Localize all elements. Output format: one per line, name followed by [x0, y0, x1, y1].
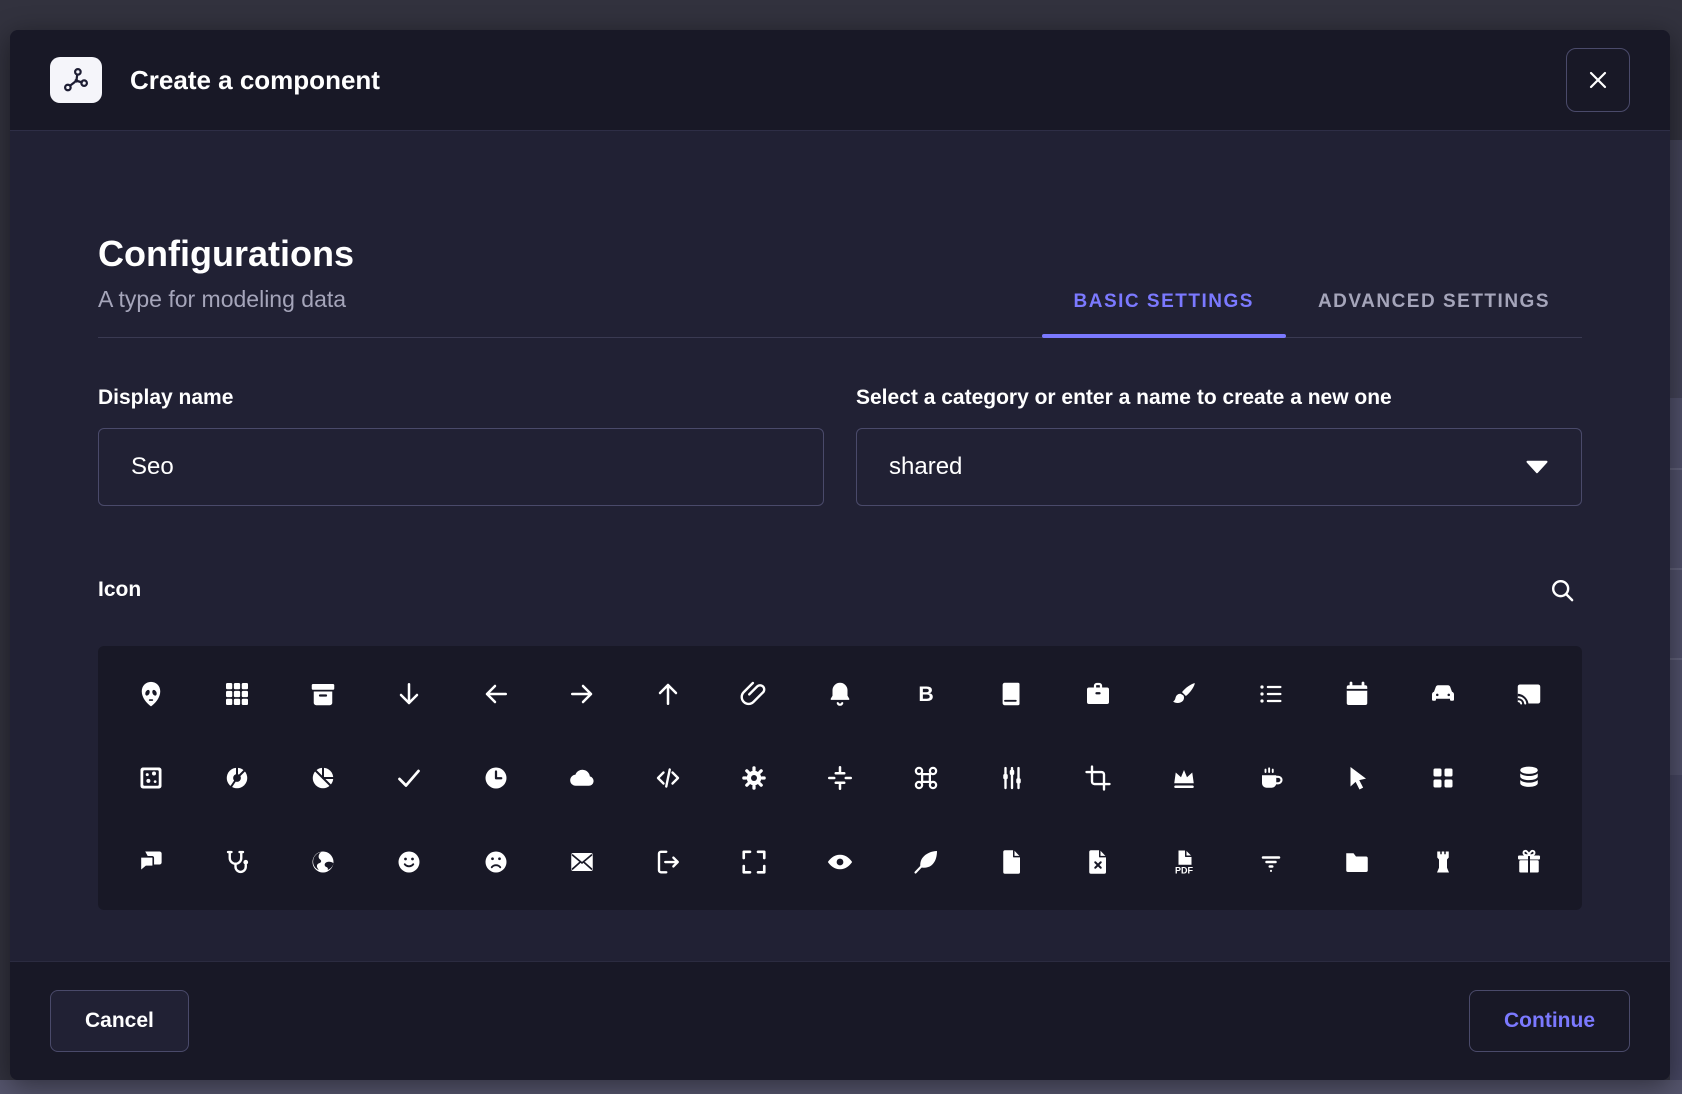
crop-icon[interactable] — [1055, 736, 1141, 820]
modal-title: Create a component — [130, 65, 1566, 96]
file-error-icon[interactable] — [1055, 820, 1141, 904]
doctor-icon[interactable] — [194, 820, 280, 904]
cup-icon[interactable] — [1228, 736, 1314, 820]
cursor-icon[interactable] — [1314, 736, 1400, 820]
collapse-icon[interactable] — [797, 736, 883, 820]
bell-icon[interactable] — [797, 652, 883, 736]
section-subheading: A type for modeling data — [98, 286, 354, 313]
cog-icon[interactable] — [711, 736, 797, 820]
background-page-bottom — [0, 1080, 1682, 1094]
code-icon[interactable] — [625, 736, 711, 820]
background-row-divider — [1670, 468, 1682, 470]
chevron-down-icon — [1525, 460, 1549, 474]
exit-icon[interactable] — [625, 820, 711, 904]
modal-footer: Cancel Continue — [10, 961, 1670, 1080]
display-name-field-group: Display name — [98, 386, 824, 506]
bold-icon[interactable]: B — [883, 652, 969, 736]
discuss-icon[interactable] — [108, 820, 194, 904]
icon-search-button[interactable] — [1542, 570, 1582, 610]
create-component-modal: Create a component Configurations A type… — [10, 30, 1670, 1080]
tab-basic-settings[interactable]: BASIC SETTINGS — [1042, 291, 1286, 337]
background-row-divider — [1670, 658, 1682, 660]
background-row-divider — [1670, 568, 1682, 570]
earth-icon[interactable] — [280, 820, 366, 904]
icon-picker-head: Icon — [98, 570, 1582, 610]
gate-icon[interactable] — [1400, 820, 1486, 904]
settings-tabs: BASIC SETTINGS ADVANCED SETTINGS — [1042, 291, 1582, 337]
svg-text:B: B — [918, 682, 933, 706]
cancel-button[interactable]: Cancel — [50, 990, 189, 1052]
search-icon — [1546, 574, 1578, 606]
eye-icon[interactable] — [797, 820, 883, 904]
display-name-input[interactable] — [98, 428, 824, 506]
category-select-value: shared — [889, 453, 962, 481]
connector-icon[interactable] — [969, 736, 1055, 820]
command-icon[interactable] — [883, 736, 969, 820]
bullet-list-icon[interactable] — [1228, 652, 1314, 736]
close-button[interactable] — [1566, 48, 1630, 112]
cast-icon[interactable] — [1486, 652, 1572, 736]
chart-bubble-icon[interactable] — [108, 736, 194, 820]
category-select[interactable]: shared — [856, 428, 1582, 506]
background-page-edge — [1670, 0, 1682, 140]
arrow-right-icon[interactable] — [539, 652, 625, 736]
chart-circle-icon[interactable] — [194, 736, 280, 820]
dashboard-icon[interactable] — [1400, 736, 1486, 820]
close-icon — [1586, 68, 1610, 92]
expand-icon[interactable] — [711, 820, 797, 904]
form-row: Display name Select a category or enter … — [98, 386, 1582, 506]
feather-icon[interactable] — [883, 820, 969, 904]
file-icon[interactable] — [969, 820, 1055, 904]
car-icon[interactable] — [1400, 652, 1486, 736]
folder-icon[interactable] — [1314, 820, 1400, 904]
display-name-label: Display name — [98, 386, 824, 410]
continue-button[interactable]: Continue — [1469, 990, 1630, 1052]
alien-icon[interactable] — [108, 652, 194, 736]
background-page-edge — [1670, 775, 1682, 1080]
background-page-edge — [1670, 140, 1682, 398]
arrow-up-icon[interactable] — [625, 652, 711, 736]
icon-picker-label: Icon — [98, 578, 141, 602]
arrow-down-icon[interactable] — [366, 652, 452, 736]
crown-icon[interactable] — [1141, 736, 1227, 820]
cloud-icon[interactable] — [539, 736, 625, 820]
chart-pie-icon[interactable] — [280, 736, 366, 820]
modal-header: Create a component — [10, 30, 1670, 131]
tab-advanced-settings[interactable]: ADVANCED SETTINGS — [1286, 291, 1582, 337]
component-icon — [50, 57, 102, 103]
section-head: Configurations A type for modeling data … — [98, 234, 1582, 338]
apps-icon[interactable] — [194, 652, 280, 736]
filter-icon[interactable] — [1228, 820, 1314, 904]
envelop-icon[interactable] — [539, 820, 625, 904]
category-field-group: Select a category or enter a name to cre… — [856, 386, 1582, 506]
attachment-icon[interactable] — [711, 652, 797, 736]
clock-icon[interactable] — [452, 736, 538, 820]
database-icon[interactable] — [1486, 736, 1572, 820]
category-label: Select a category or enter a name to cre… — [856, 386, 1582, 410]
icon-grid: B PDF — [98, 646, 1582, 910]
check-icon[interactable] — [366, 736, 452, 820]
gift-icon[interactable] — [1486, 820, 1572, 904]
book-icon[interactable] — [969, 652, 1055, 736]
background-page-edge — [1670, 398, 1682, 775]
section-heading: Configurations — [98, 234, 354, 274]
brush-icon[interactable] — [1141, 652, 1227, 736]
arrow-left-icon[interactable] — [452, 652, 538, 736]
emotion-happy-icon[interactable] — [366, 820, 452, 904]
briefcase-icon[interactable] — [1055, 652, 1141, 736]
modal-body: Configurations A type for modeling data … — [10, 131, 1670, 961]
svg-text:PDF: PDF — [1175, 865, 1194, 875]
file-pdf-icon[interactable]: PDF — [1141, 820, 1227, 904]
archive-icon[interactable] — [280, 652, 366, 736]
calendar-icon[interactable] — [1314, 652, 1400, 736]
emotion-unhappy-icon[interactable] — [452, 820, 538, 904]
